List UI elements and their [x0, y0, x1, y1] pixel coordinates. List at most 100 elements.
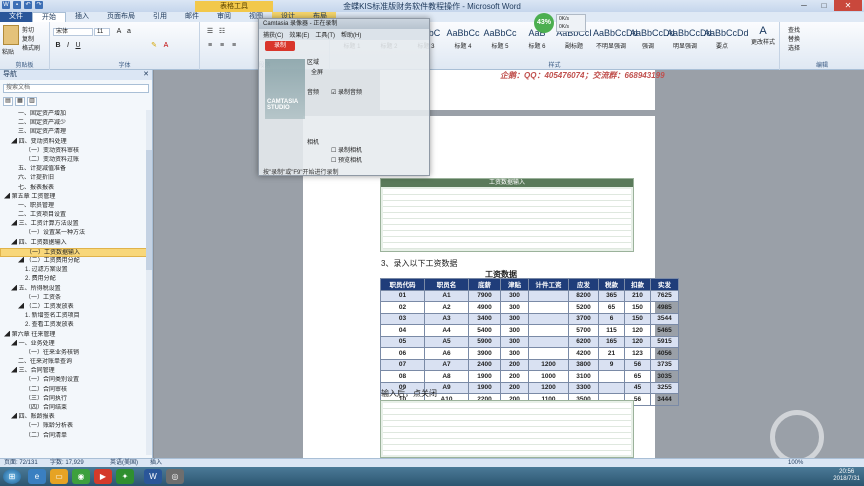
- italic-button[interactable]: I: [64, 42, 72, 50]
- table-cell[interactable]: [528, 301, 569, 314]
- tab-insert[interactable]: 插入: [66, 12, 98, 22]
- table-cell[interactable]: 5915: [650, 335, 679, 348]
- nav-heading-item[interactable]: （二）合同清单: [0, 432, 152, 441]
- nav-heading-item[interactable]: （一）变动资料审核: [0, 147, 152, 156]
- align-left-icon[interactable]: ≡: [206, 42, 214, 50]
- table-cell[interactable]: [598, 370, 625, 383]
- table-cell[interactable]: 120: [624, 324, 651, 337]
- grow-font-icon[interactable]: A: [115, 28, 123, 36]
- nav-heading-item[interactable]: 1. 过滤方案设置: [0, 266, 152, 275]
- replace-button[interactable]: 替换: [788, 34, 800, 43]
- copy-button[interactable]: 复制: [22, 34, 34, 43]
- table-cell[interactable]: 04: [380, 324, 425, 337]
- word-taskbar-icon[interactable]: W: [144, 469, 162, 484]
- table-cell[interactable]: 3735: [650, 358, 679, 371]
- tab-page-layout[interactable]: 页面布局: [98, 12, 144, 22]
- table-cell[interactable]: 4900: [468, 301, 501, 314]
- table-cell[interactable]: 01: [380, 289, 425, 302]
- nav-heading-item[interactable]: 三、固定资产清理: [0, 128, 152, 137]
- menu-tools[interactable]: 工具(T): [315, 30, 335, 39]
- nav-heading-item[interactable]: （一）工资条: [0, 294, 152, 303]
- chrome-icon[interactable]: ◉: [72, 469, 90, 484]
- nav-heading-item[interactable]: 一、固定资产增加: [0, 110, 152, 119]
- table-cell[interactable]: [528, 347, 569, 360]
- nav-scrollbar[interactable]: [146, 110, 152, 455]
- table-cell[interactable]: 6200: [568, 335, 599, 348]
- table-cell[interactable]: 4056: [650, 347, 679, 360]
- table-cell[interactable]: 5900: [468, 335, 501, 348]
- net-speed-gauge[interactable]: 43%: [534, 13, 554, 33]
- maximize-button[interactable]: □: [814, 0, 834, 11]
- record-button[interactable]: 录制: [265, 41, 295, 51]
- insert-mode[interactable]: 插入: [150, 459, 162, 467]
- nav-heading-item[interactable]: （二）变动资料过账: [0, 156, 152, 165]
- word-count[interactable]: 字数: 17,929: [50, 459, 84, 467]
- table-cell[interactable]: 1900: [468, 370, 501, 383]
- nav-heading-item[interactable]: 五、计提减值准备: [0, 165, 152, 174]
- table-cell[interactable]: 365: [598, 289, 625, 302]
- nav-heading-item[interactable]: ◢ 三、工资计算方法设置: [0, 220, 152, 229]
- table-cell[interactable]: 3255: [650, 381, 679, 394]
- table-cell[interactable]: 5200: [568, 301, 599, 314]
- table-cell[interactable]: A2: [424, 301, 469, 314]
- nav-heading-item[interactable]: （二）合同审核: [0, 386, 152, 395]
- nav-heading-item[interactable]: 二、往来对账单查询: [0, 358, 152, 367]
- table-cell[interactable]: 7900: [468, 289, 501, 302]
- nav-heading-item[interactable]: （一）账龄分析表: [0, 422, 152, 431]
- nav-heading-item[interactable]: 七、报表报表: [0, 184, 152, 193]
- tab-review[interactable]: 审阅: [208, 12, 240, 22]
- tab-references[interactable]: 引用: [144, 12, 176, 22]
- table-cell[interactable]: 210: [624, 289, 651, 302]
- table-cell[interactable]: 5700: [568, 324, 599, 337]
- nav-close-icon[interactable]: ✕: [143, 70, 149, 80]
- numbering-icon[interactable]: ☷: [218, 28, 226, 36]
- nav-heading-item[interactable]: 六、计提折旧: [0, 174, 152, 183]
- nav-search-input[interactable]: 搜索文档: [3, 84, 149, 93]
- table-cell[interactable]: 120: [624, 335, 651, 348]
- highlight-icon[interactable]: ✎: [150, 42, 158, 50]
- table-cell[interactable]: 8200: [568, 289, 599, 302]
- table-cell[interactable]: A6: [424, 347, 469, 360]
- shrink-font-icon[interactable]: a: [125, 28, 133, 36]
- nav-heading-item[interactable]: 二、工资项目设置: [0, 211, 152, 220]
- nav-heading-item[interactable]: （一）工资数据输入: [0, 247, 152, 257]
- underline-button[interactable]: U: [74, 42, 82, 50]
- table-cell[interactable]: [528, 312, 569, 325]
- table-cell[interactable]: 3900: [468, 347, 501, 360]
- minimize-button[interactable]: ─: [794, 0, 814, 11]
- select-button[interactable]: 选择: [788, 43, 800, 52]
- nav-heading-item[interactable]: ◢ （二）工资发放表: [0, 303, 152, 312]
- nav-heading-item[interactable]: 二、固定资产减少: [0, 119, 152, 128]
- table-cell[interactable]: 65: [598, 301, 625, 314]
- table-cell[interactable]: 200: [500, 370, 529, 383]
- table-cell[interactable]: A1: [424, 289, 469, 302]
- table-cell[interactable]: 3700: [568, 312, 599, 325]
- paste-icon[interactable]: [3, 25, 19, 45]
- table-cell[interactable]: A3: [424, 312, 469, 325]
- zoom-level[interactable]: 100%: [788, 459, 803, 467]
- bold-button[interactable]: B: [54, 42, 62, 50]
- ie-icon[interactable]: e: [28, 469, 46, 484]
- table-cell[interactable]: A4: [424, 324, 469, 337]
- nav-heading-item[interactable]: ◢ 第五章 工资管理: [0, 193, 152, 202]
- table-cell[interactable]: 123: [624, 347, 651, 360]
- nav-headings-tab[interactable]: ▤: [3, 97, 13, 106]
- nav-heading-item[interactable]: （一）合同类别设置: [0, 376, 152, 385]
- table-cell[interactable]: 3300: [568, 381, 599, 394]
- table-cell[interactable]: 5400: [468, 324, 501, 337]
- table-cell[interactable]: 3100: [568, 370, 599, 383]
- nav-heading-item[interactable]: ◢ （二）工资费用分配: [0, 257, 152, 266]
- table-cell[interactable]: [598, 381, 625, 394]
- nav-heading-item[interactable]: 一、职员管理: [0, 202, 152, 211]
- table-cell[interactable]: 3800: [568, 358, 599, 371]
- table-cell[interactable]: A8: [424, 370, 469, 383]
- align-right-icon[interactable]: ≡: [230, 42, 238, 50]
- tab-mailings[interactable]: 邮件: [176, 12, 208, 22]
- table-cell[interactable]: 200: [500, 381, 529, 394]
- nav-heading-item[interactable]: 2. 费用分配: [0, 275, 152, 284]
- media-icon[interactable]: ▶: [94, 469, 112, 484]
- table-cell[interactable]: 7625: [650, 289, 679, 302]
- table-cell[interactable]: 300: [500, 312, 529, 325]
- font-name-select[interactable]: 宋体: [53, 28, 93, 36]
- nav-heading-item[interactable]: （一）往来业务核销: [0, 349, 152, 358]
